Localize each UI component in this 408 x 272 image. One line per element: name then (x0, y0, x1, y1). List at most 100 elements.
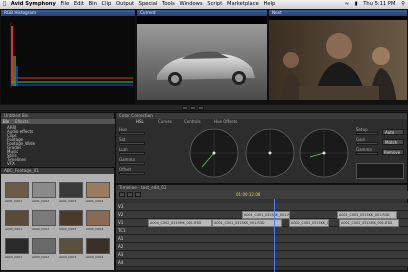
apple-icon[interactable]:  (3, 0, 6, 9)
color-wheel-midtones[interactable] (244, 127, 296, 179)
storyboard-thumbnail[interactable] (32, 182, 56, 198)
track-label[interactable]: TC1 (118, 228, 126, 233)
thumbnail-label: A001_C001 (5, 199, 23, 203)
menu-tools[interactable]: Tools (162, 0, 175, 9)
toolbar-button[interactable] (127, 192, 133, 197)
match-button[interactable]: Match (382, 139, 404, 145)
sat-slider[interactable] (119, 142, 145, 145)
tab-curves[interactable]: Curves (158, 119, 172, 124)
lum-slider[interactable] (119, 152, 145, 155)
menu-help[interactable]: Help (263, 0, 275, 9)
thumbnail-label: A002_C004 (86, 227, 104, 231)
thumbnail-label: A002_C002 (32, 227, 50, 231)
step-forward-button[interactable] (198, 106, 204, 110)
thumbnail-label: A003_C004 (86, 255, 104, 259)
storyboard-thumbnail[interactable] (86, 182, 110, 198)
auto-button[interactable]: Auto (382, 129, 404, 135)
storyboard-thumbnail[interactable] (5, 238, 29, 254)
storyboard-thumbnail[interactable] (86, 238, 110, 254)
remove-button[interactable]: Remove (382, 149, 404, 155)
timeline-clip[interactable]: A004_C002_0315MK_001.R3D (148, 219, 212, 227)
bin-panel: Untitled Bin Bin Effects ARRI Audio effe… (0, 112, 116, 168)
play-button[interactable] (190, 106, 196, 110)
thumbnail-label: A001_C002 (32, 199, 50, 203)
menu-bar:  Avid Symphony File Edit Bin Clip Outpu… (0, 0, 408, 9)
tab-hue-offsets[interactable]: Hue Offsets (214, 119, 237, 124)
menu-bin[interactable]: Bin (89, 0, 97, 9)
storyboard-thumbnail[interactable] (59, 210, 83, 226)
timeline-clip[interactable]: A001_C003_0315KK_001.R3D (337, 211, 397, 219)
menu-windows[interactable]: Windows (179, 0, 202, 9)
clock[interactable]: Thu 5:11 PM (363, 0, 395, 9)
thumbnail-label: A001_C003 (59, 199, 77, 203)
timeline-clip[interactable]: A002_C002_0315KK_001.R3D (289, 219, 329, 227)
thumbnail-label: A003_C002 (32, 255, 50, 259)
wifi-icon[interactable]: ≈ (345, 0, 349, 9)
gamma-slider[interactable] (119, 162, 145, 165)
list-item[interactable]: VFX (7, 161, 15, 166)
toolbar-button[interactable] (135, 192, 141, 197)
track-area: V3 V2 V1 TC1 A1 A2 A3 A4 A001_C001_0315KK_001.R3… (116, 199, 408, 272)
timeline-track[interactable]: A2 (116, 243, 408, 251)
menu-marketplace[interactable]: Marketplace (227, 0, 259, 9)
menu-clip[interactable]: Clip (102, 0, 112, 9)
setup-slider[interactable] (356, 132, 378, 135)
spotlight-icon[interactable]: ⚲ (401, 0, 405, 9)
menu-script[interactable]: Script (207, 0, 222, 9)
battery-icon[interactable]: ▮ (355, 0, 358, 9)
offset-slider[interactable] (119, 172, 145, 175)
bin-list: ARRI Audio effects Clips Footage Footage… (1, 124, 116, 168)
timeline-clip[interactable]: A001_C002_0315MK_001.R3D (339, 219, 399, 227)
menu-output[interactable]: Output (116, 0, 134, 9)
playhead[interactable] (274, 199, 275, 272)
timeline-track[interactable]: A1 (116, 235, 408, 243)
track-label[interactable]: A3 (118, 252, 123, 257)
auto-label: Auto (385, 130, 395, 135)
timeline-toolbar: 01:00:12:08 (116, 191, 408, 199)
storyboard-thumbnail[interactable] (32, 238, 56, 254)
color-correction-panel: Color Correction HSL Curves Controls Hue… (115, 112, 408, 184)
remove-label: Remove (384, 150, 401, 155)
timeline-clip[interactable]: A001_C001_0315KK_001.R3D (212, 219, 282, 227)
gamma-right-slider[interactable] (356, 152, 378, 155)
storyboard-thumbnail[interactable] (5, 182, 29, 198)
color-wheel-highlights[interactable] (298, 127, 350, 179)
storyboard-thumbnail[interactable] (5, 210, 29, 226)
storyboard-title: ABC_Footage_01 (1, 168, 114, 174)
app-name[interactable]: Avid Symphony (11, 0, 56, 9)
step-back-button[interactable] (182, 106, 188, 110)
timeline-panel: Timeline - test_edit_01 01:00:12:08 V3 V2… (115, 184, 408, 272)
storyboard-thumbnail[interactable] (32, 210, 56, 226)
color-wheel-shadows[interactable] (188, 127, 240, 179)
track-label[interactable]: V1 (118, 220, 123, 225)
toolbar-button[interactable] (119, 192, 125, 197)
track-label[interactable]: V3 (118, 204, 123, 209)
track-label[interactable]: A2 (118, 244, 123, 249)
timeline-clip[interactable]: A001_C001_0315KK_001.R3D (242, 211, 290, 219)
menu-special[interactable]: Special (139, 0, 158, 9)
timeline-track[interactable]: A4 (116, 259, 408, 267)
current-frame (137, 24, 267, 108)
timeline-track[interactable]: TC1 (116, 227, 408, 235)
person-head (326, 33, 352, 59)
track-label[interactable]: A4 (118, 260, 123, 265)
current-monitor: Current (136, 9, 268, 109)
track-label[interactable]: V2 (118, 212, 123, 217)
storyboard-thumbnail[interactable] (59, 238, 83, 254)
storyboard-panel: ABC_Footage_01 A001_C001 A001_C002 A001_C0… (0, 167, 115, 271)
histogram-monitor: RGB Histogram (0, 9, 136, 109)
tab-controls[interactable]: Controls (184, 119, 201, 124)
menu-file[interactable]: File (61, 0, 70, 9)
menu-edit[interactable]: Edit (74, 0, 84, 9)
track-label[interactable]: A1 (118, 236, 123, 241)
next-frame (269, 20, 407, 108)
gain-slider[interactable] (356, 142, 378, 145)
tab-hsl[interactable]: HSL (136, 119, 144, 124)
storyboard-thumbnail[interactable] (59, 182, 83, 198)
storyboard-thumbnail[interactable] (86, 210, 110, 226)
rgb-histogram (10, 22, 133, 88)
hue-slider[interactable] (119, 132, 145, 135)
timeline-track[interactable]: V3 (116, 203, 408, 211)
timeline-track[interactable]: A3 (116, 251, 408, 259)
thumbnail-label: A003_C001 (5, 255, 23, 259)
